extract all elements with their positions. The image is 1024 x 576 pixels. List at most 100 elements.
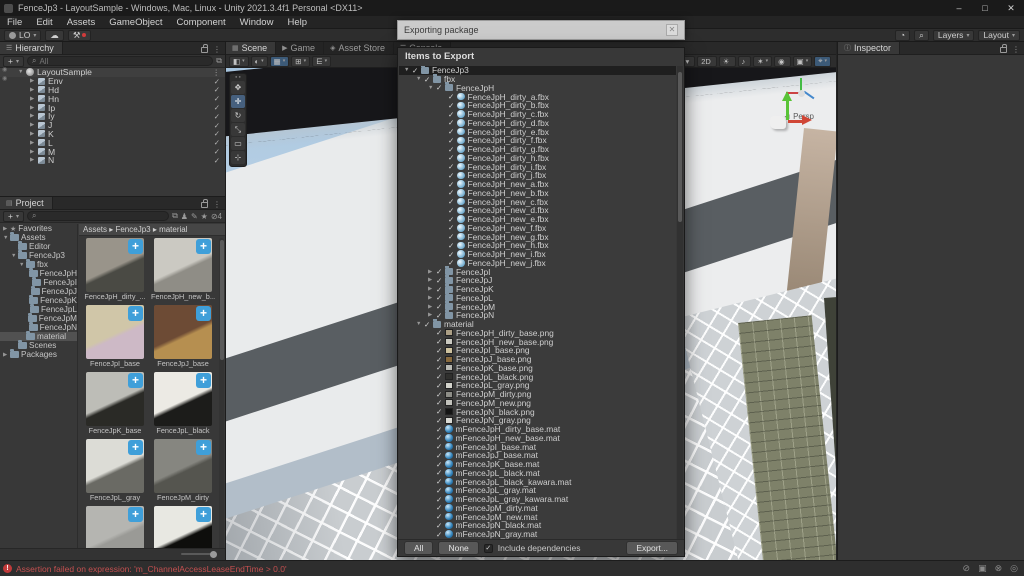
item-checkbox[interactable]: ✓: [436, 407, 445, 416]
import-badge-icon[interactable]: +: [128, 440, 143, 455]
import-badge-icon[interactable]: +: [196, 373, 211, 388]
lock-icon[interactable]: [201, 198, 208, 208]
error-message[interactable]: Assertion failed on expression: 'm_Chann…: [16, 564, 287, 574]
item-checkbox[interactable]: ✓: [448, 127, 457, 136]
breadcrumb[interactable]: Assets ▸ FenceJp3 ▸ material: [79, 224, 225, 236]
export-button[interactable]: Export...: [626, 541, 678, 555]
export-tree-row[interactable]: ✓ FenceJpM_new.png: [399, 398, 676, 408]
rect-tool[interactable]: ▭: [231, 137, 245, 150]
hierarchy-row[interactable]: N ✓: [0, 155, 225, 165]
panel-menu-icon[interactable]: ⋮: [213, 200, 221, 209]
item-checkbox[interactable]: ✓: [436, 372, 445, 381]
scrollbar-thumb[interactable]: [219, 240, 224, 360]
expander-icon[interactable]: [30, 105, 38, 111]
row-toggle[interactable]: ⋮: [213, 68, 221, 77]
minimize-button[interactable]: –: [946, 3, 972, 14]
item-checkbox[interactable]: ✓: [436, 363, 445, 372]
import-badge-icon[interactable]: +: [128, 507, 143, 522]
item-checkbox[interactable]: ✓: [448, 206, 457, 215]
hierarchy-row[interactable]: Ip ✓: [0, 103, 225, 113]
project-tree-row[interactable]: FenceJpH: [0, 268, 77, 278]
row-toggle[interactable]: ✓: [214, 138, 220, 147]
snap-button[interactable]: ⊞ ▾: [291, 55, 311, 67]
export-tree-row[interactable]: ✓ mFenceJpH_new_base.mat: [399, 433, 676, 443]
project-tree-row[interactable]: FenceJp3: [0, 250, 77, 260]
dialog-scrollbar[interactable]: [677, 66, 683, 539]
project-tree-row[interactable]: FenceJpI: [0, 277, 77, 287]
expander-icon[interactable]: [428, 286, 436, 292]
asset-thumbnail[interactable]: +: [86, 439, 144, 493]
export-tree-row[interactable]: ✓ FenceJpI: [399, 266, 676, 277]
item-checkbox[interactable]: ✓: [436, 276, 445, 285]
gizmos-button[interactable]: ⌖ ▾: [814, 55, 831, 67]
pick-icon[interactable]: ◉: [2, 66, 7, 73]
menu-item[interactable]: Help: [280, 17, 314, 28]
item-checkbox[interactable]: ✓: [448, 188, 457, 197]
transform-tool[interactable]: ⊹: [231, 151, 245, 164]
drag-handle[interactable]: ● ●: [231, 75, 245, 80]
export-tree-row[interactable]: ✓ FenceJpL_gray.png: [399, 380, 676, 390]
expander-icon[interactable]: [428, 304, 436, 310]
hierarchy-row[interactable]: Hd ✓: [0, 85, 225, 95]
expander-icon[interactable]: [404, 67, 412, 73]
import-badge-icon[interactable]: +: [128, 239, 143, 254]
item-checkbox[interactable]: ✓: [448, 162, 457, 171]
view-tab[interactable]: ◈ Asset Store: [324, 42, 394, 54]
import-badge-icon[interactable]: +: [128, 306, 143, 321]
item-checkbox[interactable]: ✓: [436, 433, 445, 442]
expander-icon[interactable]: [30, 87, 38, 93]
services-button[interactable]: ⚒: [67, 29, 92, 41]
thumbnail-size-slider[interactable]: [181, 550, 217, 558]
project-tree-row[interactable]: Assets: [0, 232, 77, 242]
hierarchy-search[interactable]: ⌕: [26, 56, 214, 66]
cloud-off-icon[interactable]: ⊗: [995, 563, 1003, 574]
expander-icon[interactable]: [30, 157, 38, 163]
cloud-button[interactable]: ☁: [45, 29, 64, 41]
item-checkbox[interactable]: ✓: [436, 293, 445, 302]
item-checkbox[interactable]: ✓: [436, 355, 445, 364]
expander-icon[interactable]: [30, 140, 38, 146]
asset-thumbnail[interactable]: +: [86, 305, 144, 359]
asset-item[interactable]: +: [151, 506, 215, 548]
asset-thumbnail[interactable]: +: [154, 372, 212, 426]
item-checkbox[interactable]: ✓: [448, 110, 457, 119]
asset-item[interactable]: + FenceJpK_base: [83, 372, 147, 435]
row-toggle[interactable]: ✓: [214, 103, 220, 112]
menu-item[interactable]: File: [0, 17, 29, 28]
item-checkbox[interactable]: ✓: [436, 477, 445, 486]
expander-icon[interactable]: [30, 96, 38, 102]
open-search-window-icon[interactable]: ⧉: [172, 211, 178, 221]
export-tree-row[interactable]: ✓ FenceJpJ: [399, 274, 676, 285]
item-checkbox[interactable]: ✓: [448, 145, 457, 154]
export-tree-row[interactable]: ✓ FenceJpH_new_j.fbx: [399, 258, 676, 268]
project-tree-row[interactable]: Editor: [0, 241, 77, 251]
draw-mode-button[interactable]: ◧ ▾: [229, 55, 249, 67]
export-tree-row[interactable]: ✓ FenceJp3: [399, 66, 676, 75]
item-checkbox[interactable]: ✓: [448, 118, 457, 127]
project-tree-row[interactable]: FenceJpJ: [0, 286, 77, 296]
asset-thumbnail[interactable]: +: [154, 506, 212, 548]
asset-item[interactable]: + FenceJpJ_base: [151, 305, 215, 368]
export-tree-row[interactable]: ✓ FenceJpM_dirty.png: [399, 389, 676, 399]
item-checkbox[interactable]: ✓: [436, 512, 445, 521]
panel-menu-icon[interactable]: ⋮: [213, 45, 221, 54]
menu-item[interactable]: Component: [170, 17, 233, 28]
expander-icon[interactable]: [30, 131, 38, 137]
hand-tool[interactable]: ✥: [231, 81, 245, 94]
lock-icon[interactable]: [1000, 43, 1007, 53]
project-tree-row[interactable]: FenceJpK: [0, 295, 77, 305]
row-toggle[interactable]: ✓: [214, 112, 220, 121]
hierarchy-row[interactable]: K ✓: [0, 129, 225, 139]
hidden-count-toggle[interactable]: ⊘4: [211, 212, 222, 221]
item-checkbox[interactable]: ✓: [424, 75, 433, 84]
expander-icon[interactable]: [428, 312, 436, 318]
item-checkbox[interactable]: ✓: [448, 171, 457, 180]
hierarchy-search-input[interactable]: [39, 56, 209, 66]
item-checkbox[interactable]: ✓: [436, 451, 445, 460]
row-toggle[interactable]: ✓: [214, 156, 220, 165]
item-checkbox[interactable]: ✓: [448, 153, 457, 162]
item-checkbox[interactable]: ✓: [436, 302, 445, 311]
export-tree-row[interactable]: ✓ FenceJpH_new_base.png: [399, 337, 676, 347]
export-tree-row[interactable]: ✓ mFenceJpM_dirty.mat: [399, 503, 676, 513]
tab-project[interactable]: ▤ Project: [0, 197, 53, 209]
